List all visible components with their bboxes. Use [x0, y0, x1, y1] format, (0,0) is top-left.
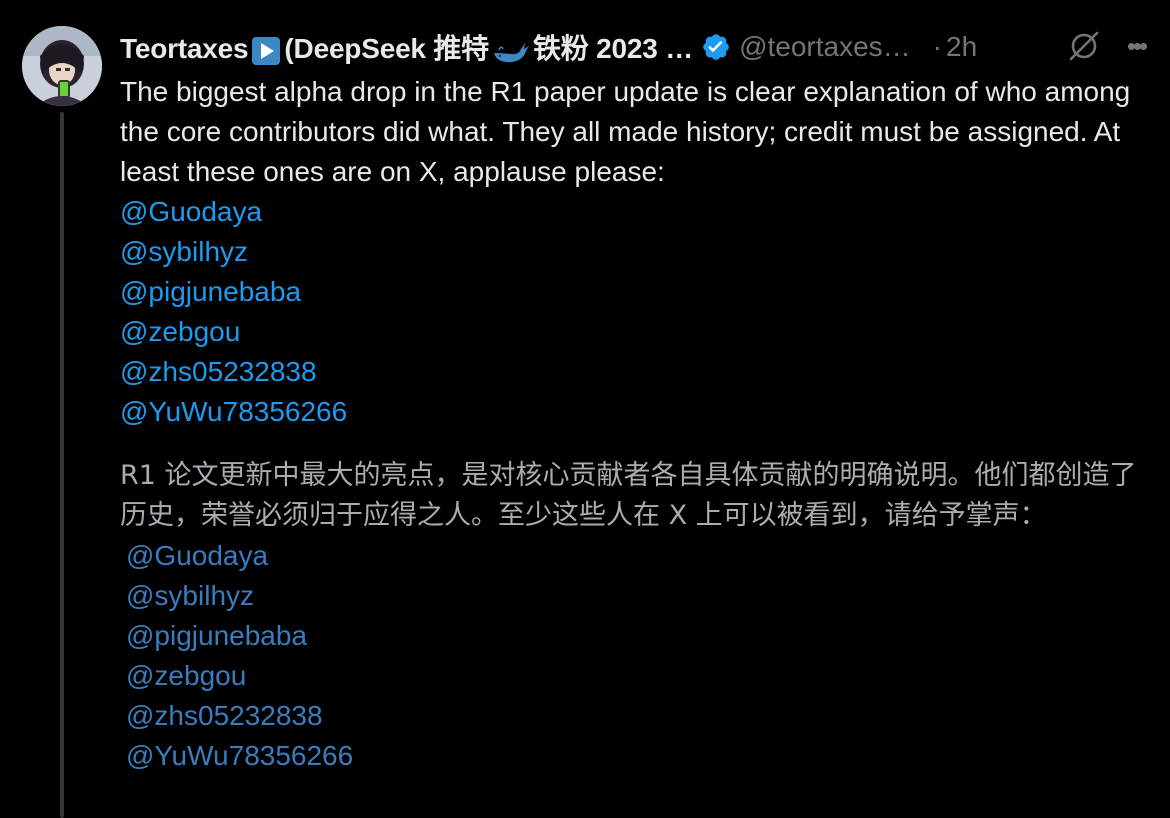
mention-link[interactable]: @zhs05232838	[120, 696, 1160, 736]
display-name-part3: 铁粉 2023 …	[533, 33, 694, 64]
mention-link[interactable]: @pigjunebaba	[120, 272, 1160, 312]
tweet-text-english: The biggest alpha drop in the R1 paper u…	[120, 76, 1131, 187]
tweet-header: Teortaxes (DeepSeek 推特 铁粉 2023 … @teortax…	[120, 26, 1160, 68]
user-handle[interactable]: @teortaxes…	[739, 31, 911, 63]
whale-emoji-icon	[494, 42, 529, 62]
thread-connector-line	[60, 112, 64, 818]
mention-link[interactable]: @YuWu78356266	[120, 736, 1160, 776]
display-name[interactable]: Teortaxes (DeepSeek 推特 铁粉 2023 …	[120, 27, 693, 67]
avatar[interactable]	[22, 26, 102, 106]
mention-link[interactable]: @zebgou	[120, 656, 1160, 696]
display-name-part2: (DeepSeek 推特	[284, 33, 489, 64]
tweet-body: The biggest alpha drop in the R1 paper u…	[120, 72, 1160, 776]
tweet-text-chinese: R1 论文更新中最大的亮点，是对核心贡献者各自具体贡献的明确说明。他们都创造了历…	[120, 460, 1137, 531]
verified-badge-icon	[703, 34, 729, 60]
separator-dot: ·	[932, 31, 942, 62]
mentions-list-chinese: @Guodaya @sybilhyz @pigjunebaba @zebgou …	[120, 536, 1160, 776]
mention-link[interactable]: @sybilhyz	[120, 232, 1160, 272]
display-name-part1: Teortaxes	[120, 33, 249, 64]
timestamp[interactable]: 2h	[946, 31, 977, 63]
mention-link[interactable]: @pigjunebaba	[120, 616, 1160, 656]
mention-link[interactable]: @zebgou	[120, 312, 1160, 352]
mention-link[interactable]: @Guodaya	[120, 536, 1160, 576]
mention-link[interactable]: @sybilhyz	[120, 576, 1160, 616]
mention-link[interactable]: @Guodaya	[120, 192, 1160, 232]
more-options-icon[interactable]: •••	[1120, 32, 1152, 60]
mention-link[interactable]: @YuWu78356266	[120, 392, 1160, 432]
play-button-emoji-icon	[252, 36, 281, 65]
mention-link[interactable]: @zhs05232838	[120, 352, 1160, 392]
avatar-image	[22, 26, 102, 106]
mentions-list-english: @Guodaya @sybilhyz @pigjunebaba @zebgou …	[120, 192, 1160, 432]
grok-icon[interactable]	[1066, 28, 1102, 64]
